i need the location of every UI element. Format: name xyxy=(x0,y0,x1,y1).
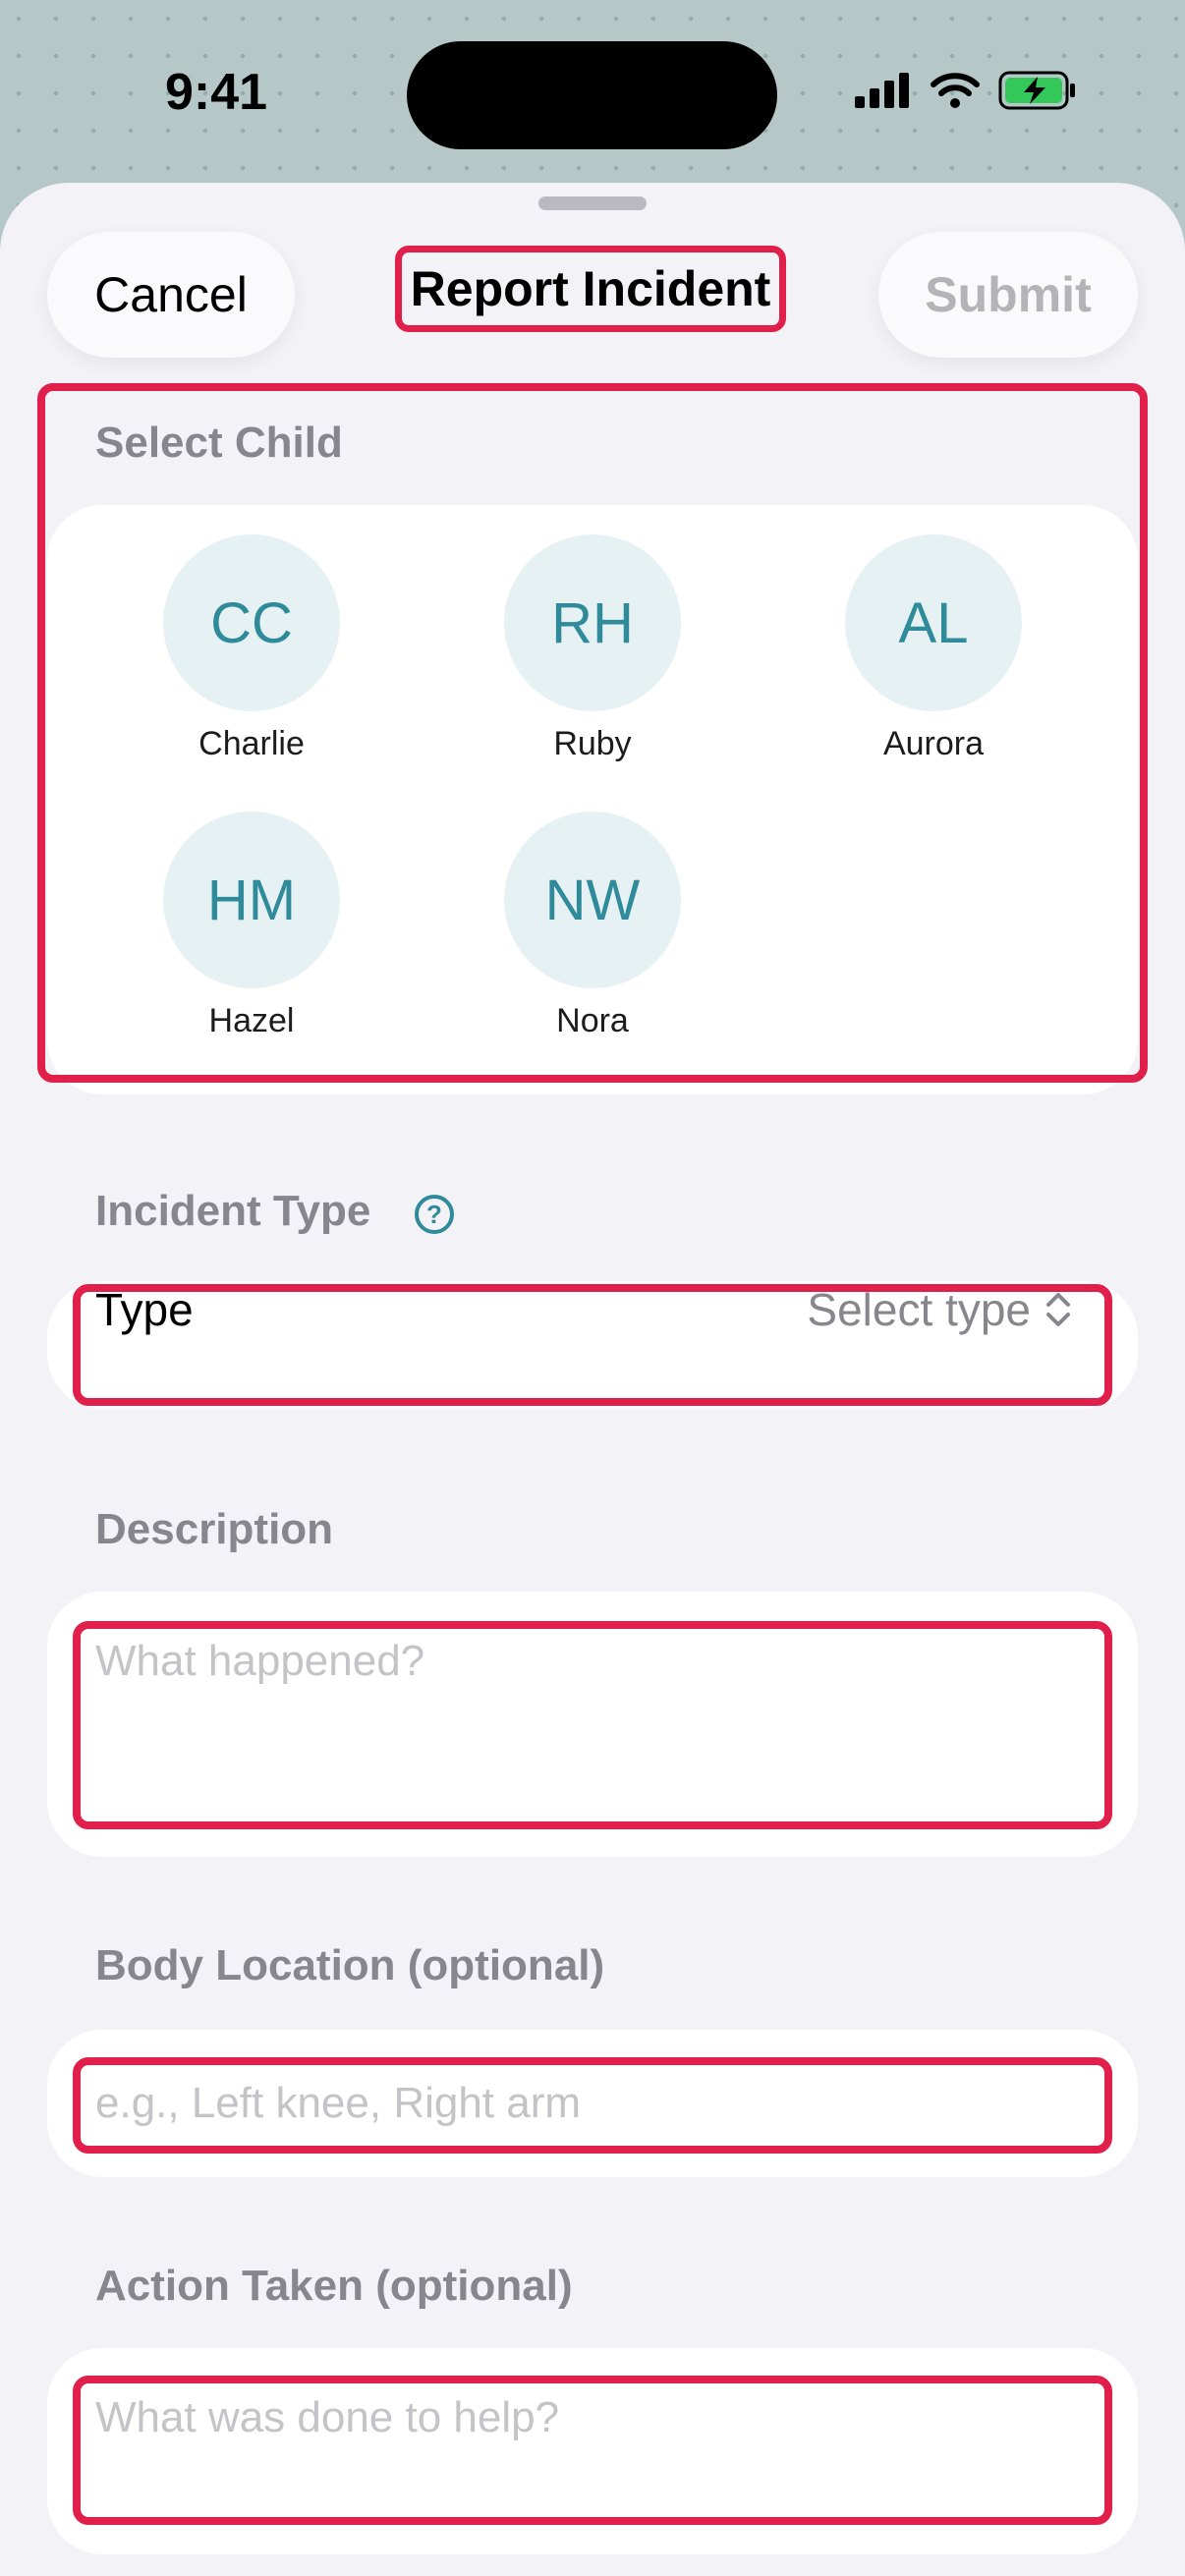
sheet-grabber[interactable] xyxy=(538,196,647,210)
status-bar: 9:41 xyxy=(0,0,1185,187)
description-highlight xyxy=(73,1621,1112,1829)
select-child-highlight xyxy=(37,383,1148,1083)
page-title: Report Incident xyxy=(395,246,786,332)
cancel-button[interactable]: Cancel xyxy=(47,232,295,358)
wifi-icon xyxy=(931,73,980,108)
dynamic-island xyxy=(407,41,777,149)
body-location-highlight xyxy=(73,2057,1112,2154)
action-taken-highlight xyxy=(73,2376,1112,2525)
status-time: 9:41 xyxy=(165,64,268,121)
battery-charging-icon xyxy=(998,71,1075,110)
help-icon[interactable]: ? xyxy=(415,1195,454,1234)
incident-type-label: Incident Type xyxy=(95,1187,371,1235)
submit-button[interactable]: Submit xyxy=(878,232,1138,358)
cellular-signal-icon xyxy=(855,73,909,108)
description-label: Description xyxy=(95,1505,334,1553)
system-icons xyxy=(855,71,1077,110)
incident-type-highlight xyxy=(73,1284,1112,1406)
body-location-label: Body Location (optional) xyxy=(95,1941,605,1989)
action-taken-label: Action Taken (optional) xyxy=(95,2262,573,2310)
report-incident-sheet: Cancel Report Incident Submit Select Chi… xyxy=(0,183,1185,2576)
